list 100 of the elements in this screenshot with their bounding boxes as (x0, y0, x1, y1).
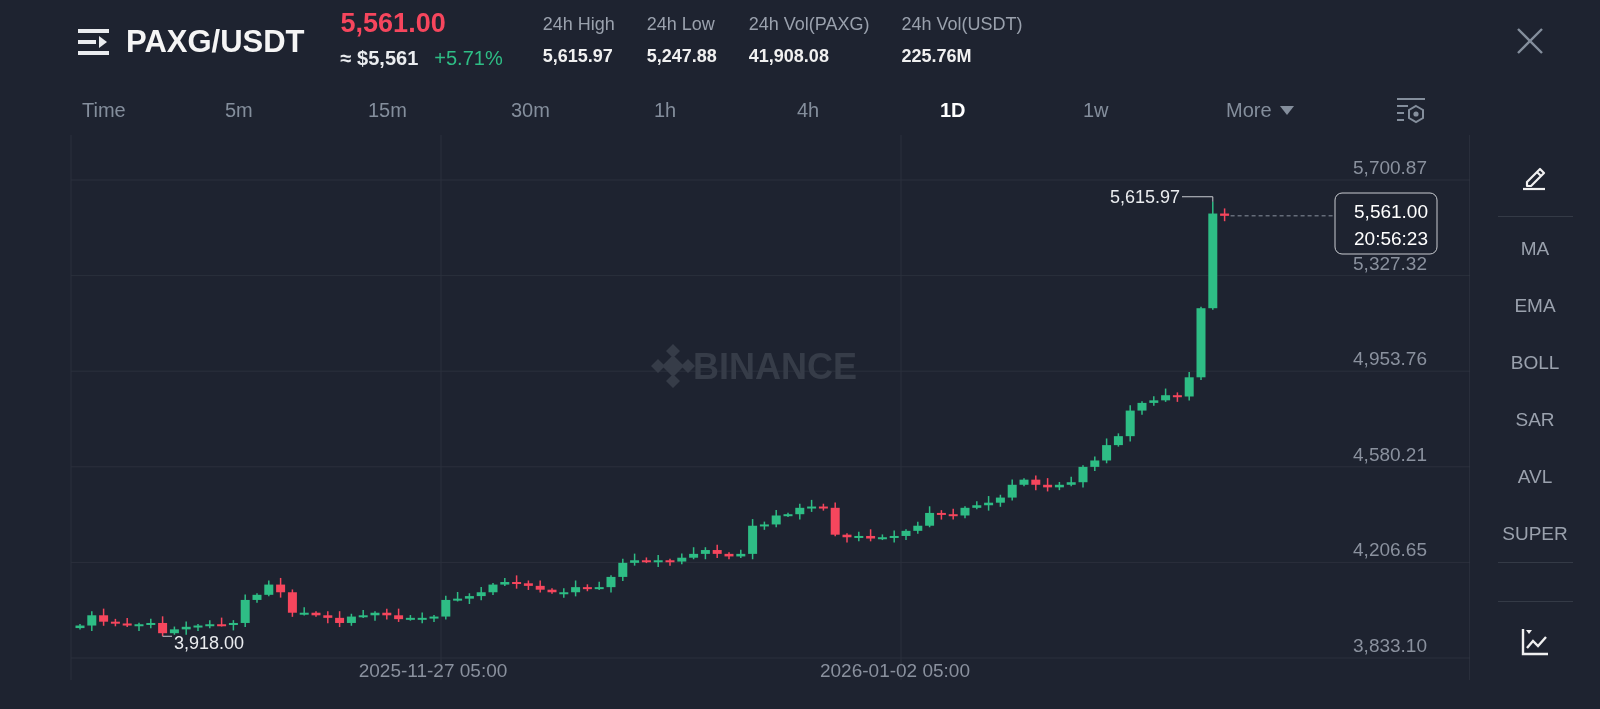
candle (382, 607, 392, 621)
candle (193, 623, 203, 632)
candle (984, 495, 994, 512)
axis-label: 4,206.65 (1353, 539, 1427, 561)
candle (1137, 400, 1147, 416)
candle (807, 499, 817, 513)
interval-tab[interactable]: 15m (368, 99, 511, 122)
candle (736, 549, 746, 559)
candle (1161, 387, 1171, 403)
candle (146, 618, 156, 630)
candle (724, 551, 734, 560)
candle (500, 577, 510, 587)
candle (276, 577, 286, 599)
interval-tab[interactable]: 1h (654, 99, 797, 122)
countdown-timer: 20:56:23 (1354, 228, 1428, 249)
more-dropdown[interactable]: More (1226, 99, 1369, 122)
stat-label: 24h Vol(USDT) (901, 13, 1023, 36)
stat-label: 24h High (542, 13, 615, 36)
candle (417, 611, 427, 624)
candle (712, 543, 722, 559)
stat-label: 24h Vol(PAXG) (748, 13, 870, 36)
candle (264, 579, 274, 598)
candle (1125, 404, 1135, 443)
candle (240, 593, 250, 628)
interval-tab[interactable]: 1D (940, 99, 1083, 122)
line-chart-icon[interactable] (1520, 627, 1550, 657)
candle (1184, 371, 1194, 402)
candle (1220, 207, 1230, 222)
indicator-item[interactable]: SUPER (1502, 505, 1568, 562)
candle (830, 501, 840, 537)
candle (618, 558, 628, 582)
candle (535, 579, 545, 594)
indicator-item[interactable]: SAR (1515, 391, 1555, 448)
candle (311, 610, 321, 618)
candle (594, 581, 604, 591)
candle (677, 552, 687, 566)
candle (1078, 464, 1088, 489)
axis-label: 3,833.10 (1353, 635, 1427, 656)
interval-tab[interactable]: 4h (797, 99, 940, 122)
axis-label: 4,580.21 (1353, 443, 1427, 465)
candle (1007, 478, 1017, 502)
candle (948, 508, 958, 521)
indicator-item[interactable]: BOLL (1510, 334, 1560, 391)
candle (771, 509, 781, 528)
axis-label: 2025-11-27 05:00 (358, 660, 508, 680)
axis-label: 5,700.87 (1353, 157, 1427, 178)
stat-value: 5,247.88 (646, 45, 717, 68)
candle (87, 610, 97, 632)
last-price: 5,561.00 (340, 7, 447, 40)
indicator-item[interactable]: EMA (1514, 277, 1556, 334)
candle (842, 532, 852, 544)
candle (252, 592, 262, 604)
candle (547, 587, 557, 595)
price-change: +5.71% (434, 46, 503, 70)
candle (1090, 455, 1100, 472)
high-price-label: 5,615.97 (1109, 186, 1180, 207)
indicator-item[interactable]: AVL (1517, 448, 1553, 505)
candle (122, 617, 132, 628)
candle (323, 610, 333, 624)
candle (700, 546, 710, 560)
candle (1031, 474, 1041, 491)
settings-icon[interactable] (1396, 96, 1426, 125)
caret-icon (1279, 106, 1294, 115)
candle (818, 502, 828, 512)
stat-value: 225.76M (901, 45, 973, 68)
candle (889, 529, 899, 544)
candle (134, 621, 144, 632)
axis-label: 4,953.76 (1353, 348, 1427, 370)
candle (228, 619, 238, 632)
candle (488, 582, 498, 596)
candle (653, 554, 663, 568)
candle (299, 606, 309, 617)
candle (370, 610, 380, 622)
candle (1149, 395, 1159, 407)
usd-price: ≈ $5,561 (340, 46, 419, 70)
menu-icon[interactable] (78, 29, 109, 55)
candle (335, 610, 345, 628)
candle (429, 614, 439, 623)
interval-tab[interactable]: Time (82, 99, 225, 122)
candle (476, 586, 486, 601)
candle (559, 587, 569, 599)
axis-label: 2026-01-02 05:00 (820, 660, 970, 680)
candle (972, 500, 982, 511)
candle (913, 520, 923, 535)
candle (512, 574, 522, 590)
low-price-label: 3,918.00 (174, 633, 245, 654)
pair-title: PAXG/USDT (126, 24, 305, 60)
candle (901, 528, 911, 541)
candle (181, 620, 191, 636)
candle (1019, 477, 1029, 488)
candle (854, 531, 864, 543)
axis-label: 5,327.32 (1353, 252, 1427, 274)
candle (795, 502, 805, 521)
interval-tab[interactable]: 30m (511, 99, 654, 122)
indicator-item[interactable]: MA (1520, 220, 1550, 277)
interval-tab[interactable]: 1w (1083, 99, 1226, 122)
interval-tab[interactable]: 5m (225, 99, 368, 122)
candle (606, 574, 616, 594)
candle (346, 613, 356, 627)
close-icon[interactable] (1517, 28, 1543, 54)
